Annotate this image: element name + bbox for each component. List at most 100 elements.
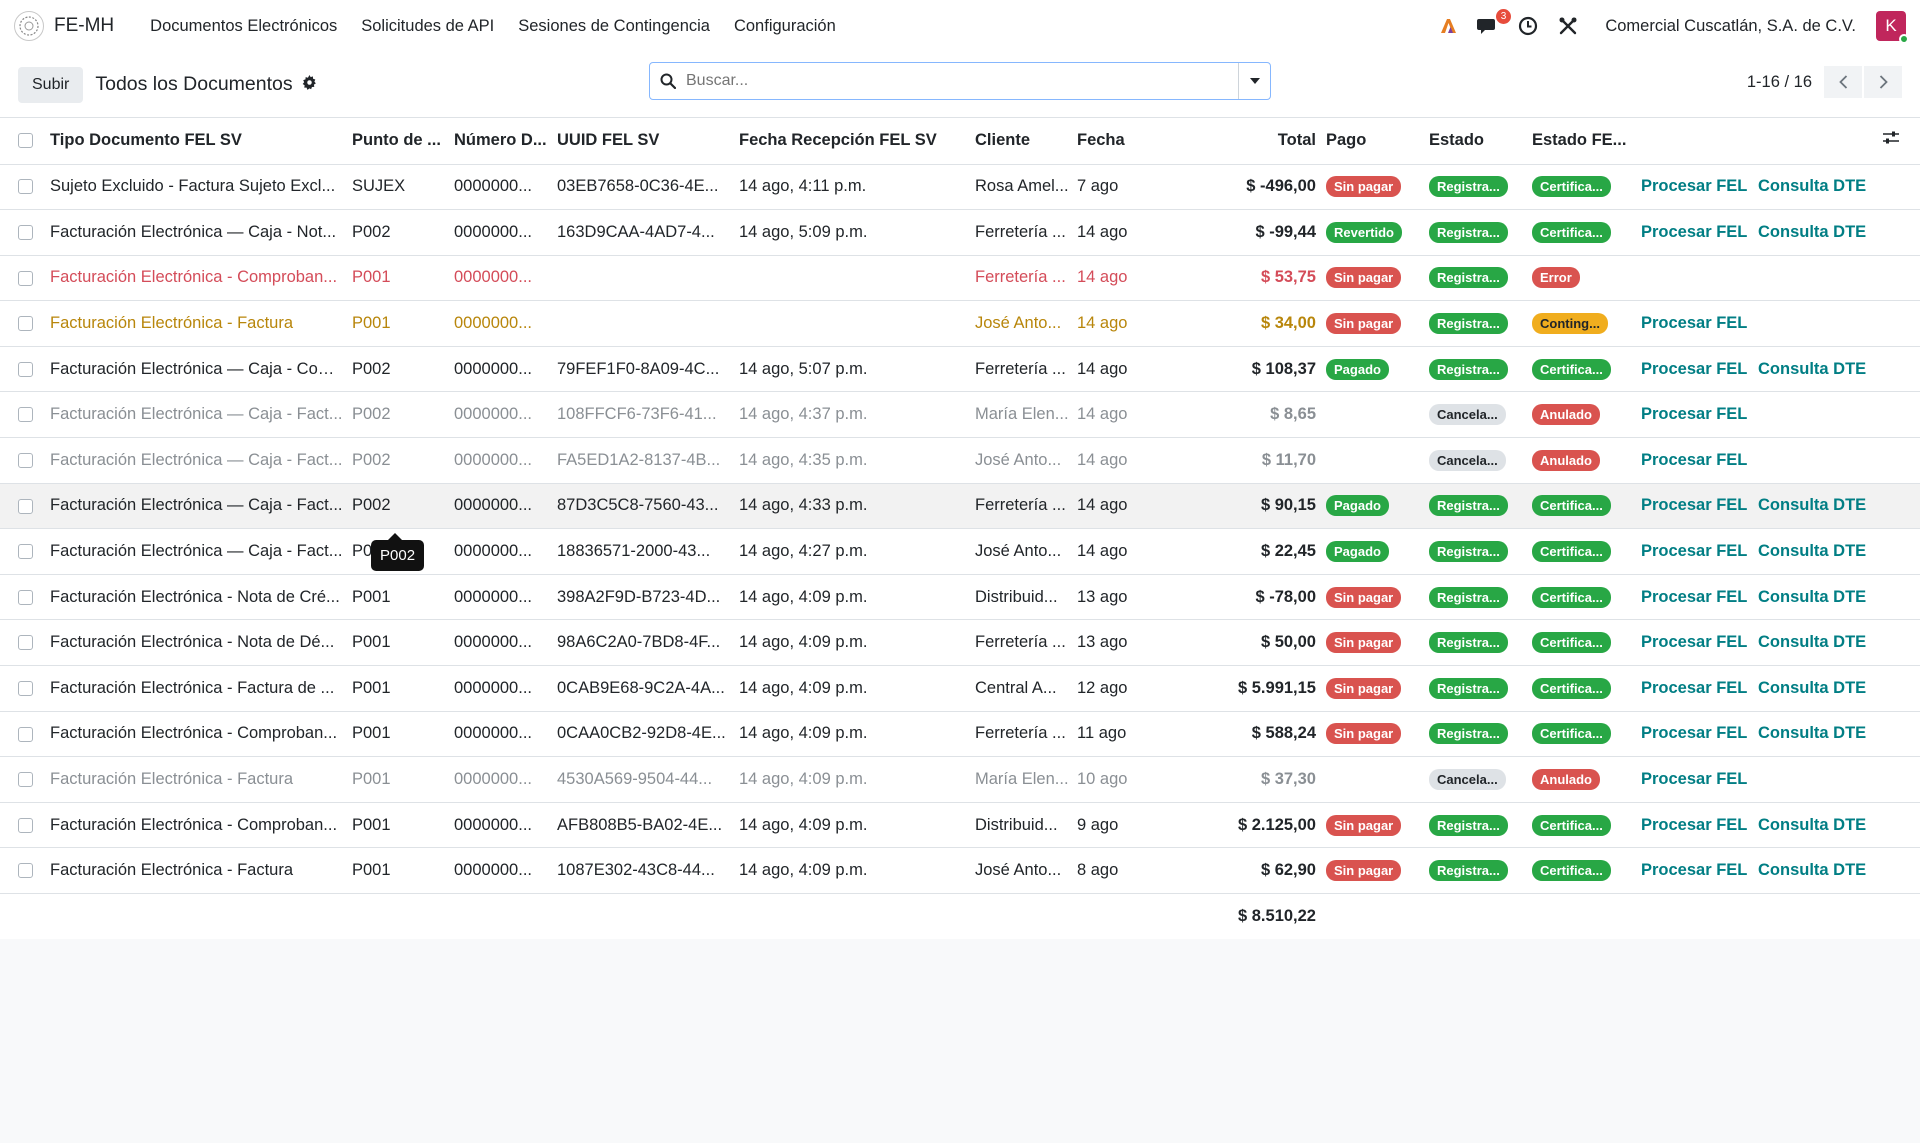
optional-columns-toggle[interactable] [1879, 118, 1920, 165]
column-header-estado[interactable]: Estado [1425, 118, 1528, 165]
table-row[interactable]: Facturación Electrónica — Caja - Fact...… [0, 528, 1920, 575]
column-header-tipo[interactable]: Tipo Documento FEL SV [46, 118, 348, 165]
procesar-fel-button[interactable]: Procesar FEL [1641, 451, 1747, 469]
table-row[interactable]: Facturación Electrónica - Comproban... P0… [0, 255, 1920, 302]
table-row[interactable]: Facturación Electrónica - Factura P001 000… [0, 300, 1920, 347]
row-checkbox[interactable] [18, 316, 33, 332]
row-checkbox[interactable] [18, 179, 33, 195]
upload-button[interactable]: Subir [18, 66, 84, 103]
search-input[interactable] [686, 72, 1238, 90]
cell-cliente: Ferretería ... [971, 255, 1073, 302]
consulta-dte-button[interactable]: Consulta DTE [1758, 360, 1866, 378]
column-header-fecha[interactable]: Fecha [1073, 118, 1173, 165]
cell-numero: 0000000... [450, 437, 553, 484]
menu-documentos[interactable]: Documentos Electrónicos [138, 17, 349, 36]
procesar-fel-button[interactable]: Procesar FEL [1641, 223, 1747, 241]
column-header-pago[interactable]: Pago [1322, 118, 1425, 165]
consulta-dte-button[interactable]: Consulta DTE [1758, 496, 1866, 514]
row-checkbox[interactable] [18, 270, 33, 286]
table-row[interactable]: Facturación Electrónica - Nota de Cré...… [0, 574, 1920, 621]
row-checkbox[interactable] [18, 863, 33, 879]
cell-numero: 0000000... [450, 300, 553, 347]
table-row[interactable]: Facturación Electrónica — Caja - Fact...… [0, 437, 1920, 484]
consulta-dte-button[interactable]: Consulta DTE [1758, 816, 1866, 834]
table-row[interactable]: Sujeto Excluido - Factura Sujeto Excl...… [0, 164, 1920, 211]
cell-consulta [1754, 300, 1879, 347]
clock-icon[interactable] [1515, 13, 1541, 39]
consulta-dte-button[interactable]: Consulta DTE [1758, 588, 1866, 606]
procesar-fel-button[interactable]: Procesar FEL [1641, 542, 1747, 560]
pager-value[interactable]: 1-16 / 16 [1747, 73, 1812, 92]
procesar-fel-button[interactable]: Procesar FEL [1641, 588, 1747, 606]
gear-icon[interactable] [302, 73, 317, 96]
column-header-cliente[interactable]: Cliente [971, 118, 1073, 165]
table-row[interactable]: Facturación Electrónica — Caja - Fact...… [0, 483, 1920, 530]
row-checkbox[interactable] [18, 680, 33, 696]
cell-cliente: Distribuid... [971, 574, 1073, 621]
consulta-dte-button[interactable]: Consulta DTE [1758, 633, 1866, 651]
consulta-dte-button[interactable]: Consulta DTE [1758, 177, 1866, 195]
consulta-dte-button[interactable]: Consulta DTE [1758, 724, 1866, 742]
procesar-fel-button[interactable]: Procesar FEL [1641, 360, 1747, 378]
table-row[interactable]: Facturación Electrónica - Comproban... P0… [0, 802, 1920, 849]
menu-sesiones-contingencia[interactable]: Sesiones de Contingencia [506, 17, 722, 36]
row-checkbox[interactable] [18, 589, 33, 605]
search-options-toggle[interactable] [1238, 63, 1270, 99]
table-row[interactable]: Facturación Electrónica — Caja - Not... P… [0, 209, 1920, 256]
company-switcher[interactable]: Comercial Cuscatlán, S.A. de C.V. [1605, 17, 1856, 36]
row-checkbox[interactable] [18, 772, 33, 788]
row-checkbox[interactable] [18, 726, 33, 742]
procesar-fel-button[interactable]: Procesar FEL [1641, 724, 1747, 742]
row-checkbox[interactable] [18, 361, 33, 377]
table-row[interactable]: Facturación Electrónica - Comproban... P0… [0, 711, 1920, 758]
consulta-dte-button[interactable]: Consulta DTE [1758, 679, 1866, 697]
table-row[interactable]: Facturación Electrónica — Caja - Com... P… [0, 346, 1920, 393]
table-row[interactable]: Facturación Electrónica - Factura P001 000… [0, 756, 1920, 803]
row-checkbox[interactable] [18, 817, 33, 833]
table-row[interactable]: Facturación Electrónica - Nota de Dé... P… [0, 619, 1920, 667]
procesar-fel-button[interactable]: Procesar FEL [1641, 405, 1747, 423]
row-checkbox[interactable] [18, 498, 33, 514]
table-row[interactable]: Facturación Electrónica - Factura de ...… [0, 665, 1920, 712]
select-all-checkbox[interactable] [18, 133, 33, 149]
procesar-fel-button[interactable]: Procesar FEL [1641, 496, 1747, 514]
procesar-fel-button[interactable]: Procesar FEL [1641, 861, 1747, 879]
consulta-dte-button[interactable]: Consulta DTE [1758, 542, 1866, 560]
column-header-fecha-recepcion[interactable]: Fecha Recepción FEL SV [735, 118, 971, 165]
row-checkbox[interactable] [18, 407, 33, 423]
procesar-fel-button[interactable]: Procesar FEL [1641, 177, 1747, 195]
consulta-dte-button[interactable]: Consulta DTE [1758, 223, 1866, 241]
menu-solicitudes-api[interactable]: Solicitudes de API [349, 17, 506, 36]
column-header-uuid[interactable]: UUID FEL SV [553, 118, 735, 165]
chat-icon[interactable]: 3 [1475, 9, 1512, 39]
cell-estado-fel: Certifica... [1528, 619, 1637, 667]
consulta-dte-button[interactable]: Consulta DTE [1758, 861, 1866, 879]
procesar-fel-button[interactable]: Procesar FEL [1641, 816, 1747, 834]
procesar-fel-button[interactable]: Procesar FEL [1641, 633, 1747, 651]
column-header-total[interactable]: Total [1173, 118, 1322, 165]
cell-cliente: Central A... [971, 665, 1073, 712]
procesar-fel-button[interactable]: Procesar FEL [1641, 314, 1747, 332]
procesar-fel-button[interactable]: Procesar FEL [1641, 679, 1747, 697]
row-checkbox[interactable] [18, 225, 33, 241]
pager-next-button[interactable] [1864, 66, 1902, 98]
column-header-punto[interactable]: Punto de ... [348, 118, 450, 165]
row-checkbox[interactable] [18, 544, 33, 560]
state-badge: Registra... [1429, 358, 1508, 380]
row-checkbox[interactable] [18, 453, 33, 468]
table-row[interactable]: Facturación Electrónica - Factura P001 000… [0, 847, 1920, 894]
tools-icon[interactable] [1555, 13, 1581, 39]
procesar-fel-button[interactable]: Procesar FEL [1641, 770, 1747, 788]
column-header-estado-fel[interactable]: Estado FE... [1528, 118, 1637, 165]
ai-icon[interactable] [1435, 13, 1461, 39]
table-row[interactable]: Facturación Electrónica — Caja - Fact...… [0, 391, 1920, 439]
user-avatar[interactable]: K [1876, 11, 1909, 44]
column-header-numero[interactable]: Número D... [450, 118, 553, 165]
cell-fecha: 14 ago [1073, 209, 1173, 256]
pager-previous-button[interactable] [1824, 66, 1862, 98]
app-brand[interactable]: FE-MH [54, 15, 114, 37]
app-logo-icon[interactable] [14, 11, 44, 41]
row-checkbox[interactable] [18, 635, 33, 651]
cell-pago: Sin pagar [1322, 164, 1425, 211]
menu-configuracion[interactable]: Configuración [722, 17, 848, 36]
